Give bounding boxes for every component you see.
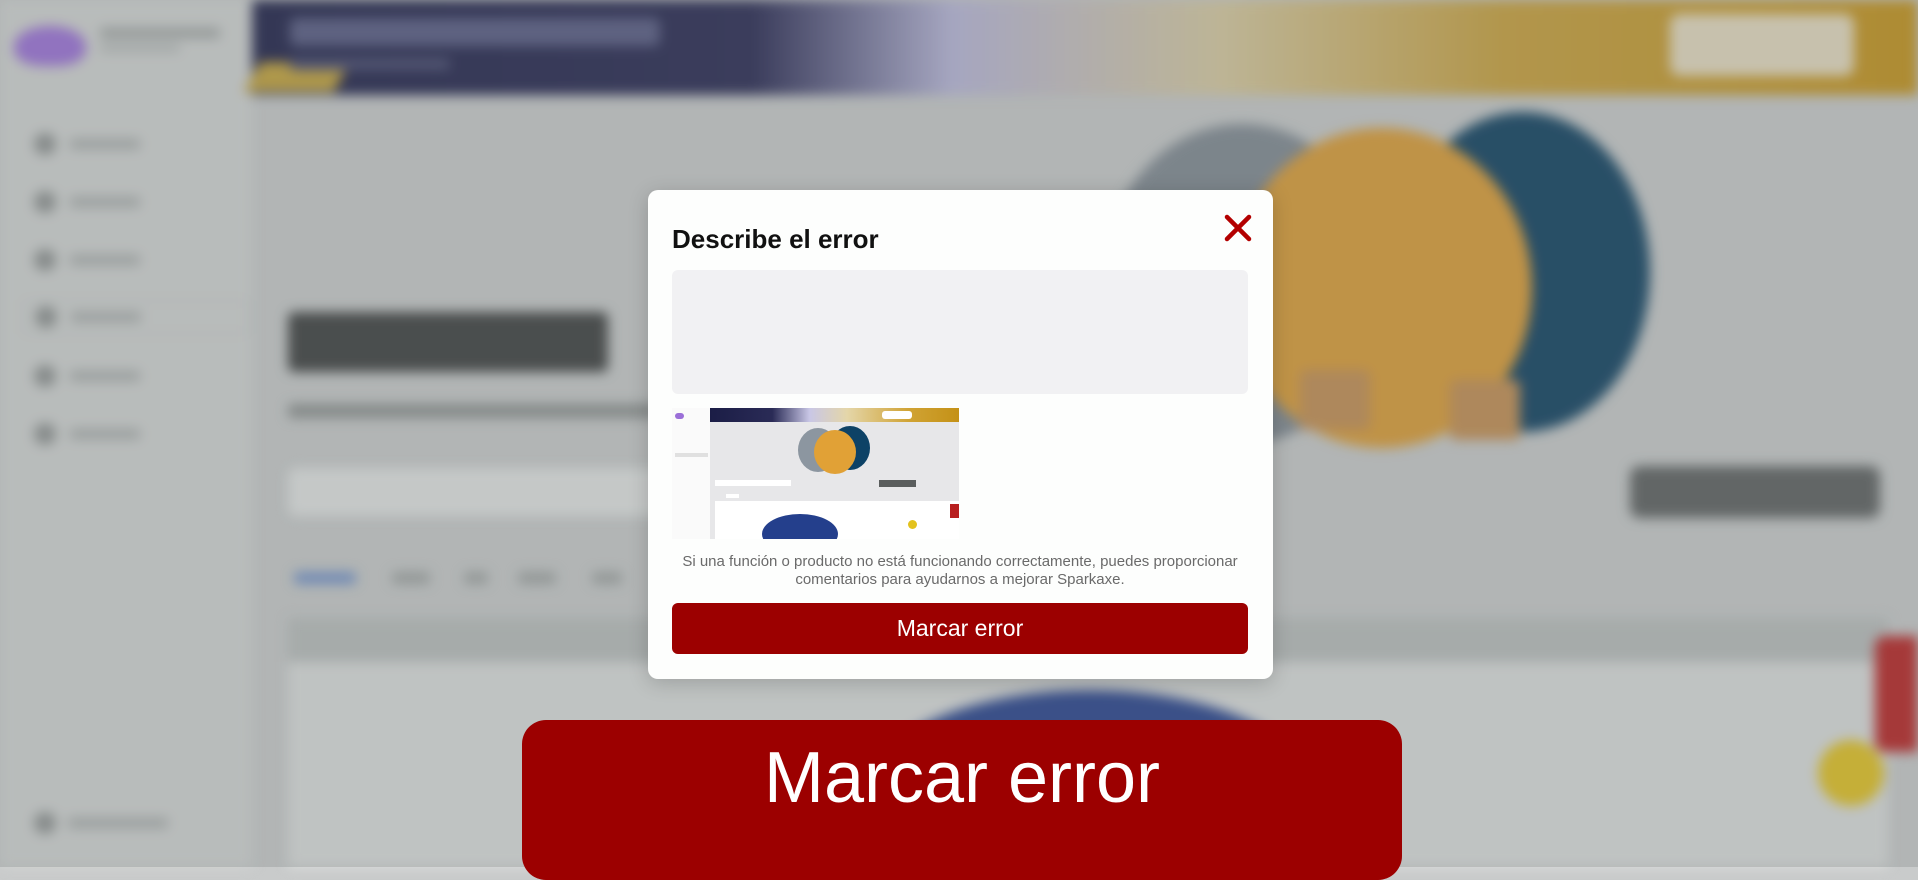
error-description-field[interactable] — [672, 270, 1248, 394]
screenshot-preview — [672, 408, 959, 539]
helper-text: Si una función o producto no está funcio… — [682, 553, 1238, 588]
close-icon — [1224, 214, 1252, 242]
mark-error-large-button[interactable]: Marcar error — [522, 720, 1402, 880]
mark-error-button[interactable]: Marcar error — [672, 603, 1248, 654]
error-report-modal: Describe el error Si una función o produ… — [648, 190, 1273, 679]
modal-title: Describe el error — [672, 224, 879, 254]
close-button[interactable] — [1222, 212, 1254, 244]
